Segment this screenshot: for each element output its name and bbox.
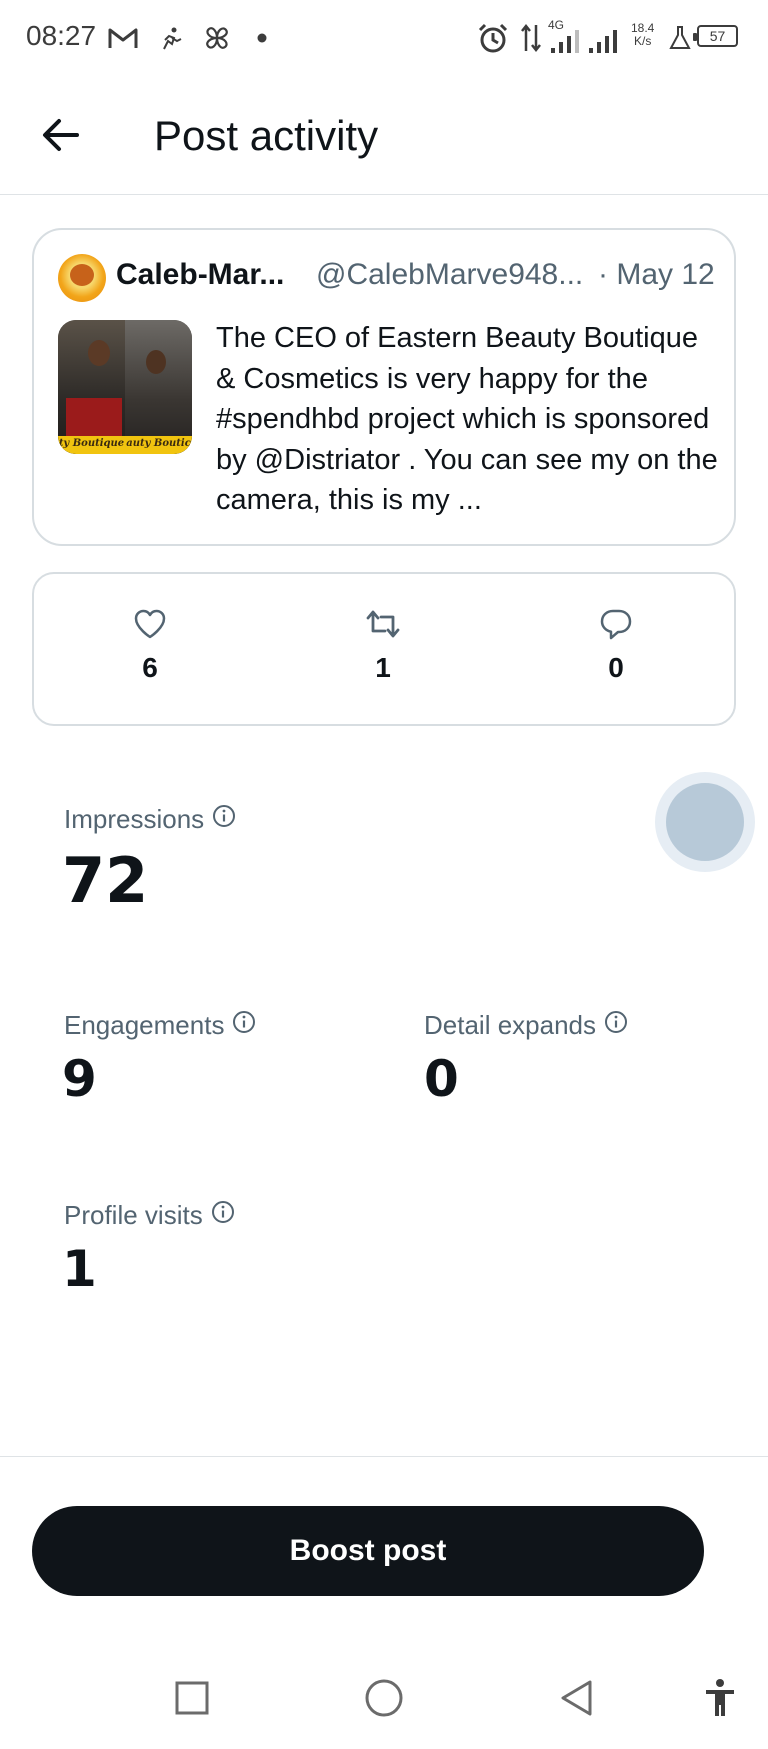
- post-media-thumbnail[interactable]: ty Boutique auty Boutic: [58, 320, 192, 454]
- likes-metric: 6: [90, 606, 210, 684]
- network-speed-unit: K/s: [634, 34, 652, 48]
- impressions-label-text: Impressions: [64, 804, 205, 834]
- media-caption-right: auty Boutic: [126, 438, 191, 449]
- activity-icon: [156, 20, 186, 56]
- post-author[interactable]: Caleb-Mar...: [116, 258, 284, 292]
- avatar-logo: [70, 264, 94, 286]
- lab-icon: [668, 20, 692, 56]
- impressions-label: Impressions: [64, 804, 236, 835]
- back-icon[interactable]: [554, 1676, 598, 1720]
- reposts-metric: 1: [323, 606, 443, 684]
- engagements-label-text: Engagements: [64, 1010, 225, 1040]
- status-time: 08:27: [26, 20, 97, 51]
- boost-post-button[interactable]: Boost post: [32, 1506, 704, 1596]
- info-icon[interactable]: [604, 1010, 628, 1041]
- impressions-value: 72: [62, 844, 149, 917]
- avatar[interactable]: [58, 254, 106, 302]
- back-arrow-icon: [41, 117, 81, 158]
- detail-expands-label: Detail expands: [424, 1010, 628, 1041]
- gmail-icon: [106, 20, 140, 56]
- post-date: · May 12: [598, 258, 715, 291]
- bottom-divider: [0, 1456, 768, 1457]
- heart-icon: [90, 606, 210, 642]
- page-title: Post activity: [154, 112, 379, 159]
- post-text[interactable]: The CEO of Eastern Beauty Boutique & Cos…: [216, 318, 720, 521]
- repost-icon: [323, 606, 443, 642]
- signal-icon: [548, 20, 582, 56]
- detail-expands-label-text: Detail expands: [424, 1010, 596, 1040]
- floating-action-button[interactable]: [666, 783, 744, 861]
- dot-icon: [256, 20, 268, 56]
- battery-icon: 57: [693, 25, 738, 47]
- media-person-right: [146, 350, 166, 374]
- media-red-shirt: [66, 398, 122, 438]
- alarm-icon: [476, 20, 510, 56]
- profile-visits-value: 1: [62, 1240, 97, 1298]
- home-icon[interactable]: [362, 1676, 406, 1720]
- accessibility-icon[interactable]: [698, 1676, 742, 1720]
- profile-visits-label: Profile visits: [64, 1200, 235, 1231]
- detail-expands-value: 0: [424, 1050, 459, 1108]
- info-icon[interactable]: [211, 1200, 235, 1231]
- media-caption-left: ty Boutique: [58, 438, 125, 449]
- info-icon[interactable]: [232, 1010, 256, 1041]
- data-arrows-icon: [518, 20, 544, 56]
- back-button[interactable]: [36, 112, 86, 162]
- replies-metric: 0: [556, 606, 676, 684]
- likes-count: 6: [142, 652, 158, 683]
- network-speed: 18.4 K/s: [631, 22, 654, 48]
- reply-icon: [556, 606, 676, 642]
- profile-visits-label-text: Profile visits: [64, 1200, 203, 1230]
- recents-icon[interactable]: [170, 1676, 214, 1720]
- media-person-left: [88, 340, 110, 366]
- media-panel-right: [125, 320, 192, 454]
- reposts-count: 1: [375, 652, 391, 683]
- engagements-label: Engagements: [64, 1010, 256, 1041]
- replies-count: 0: [608, 652, 624, 683]
- pinwheel-icon: [200, 20, 234, 56]
- status-bar: 08:27 4G 18.4 K/s 57: [0, 0, 768, 76]
- header-divider: [0, 194, 768, 195]
- post-handle[interactable]: @CalebMarve948...: [316, 258, 583, 292]
- engagements-value: 9: [62, 1050, 97, 1108]
- signal-icon: [586, 20, 620, 56]
- info-icon[interactable]: [212, 804, 236, 835]
